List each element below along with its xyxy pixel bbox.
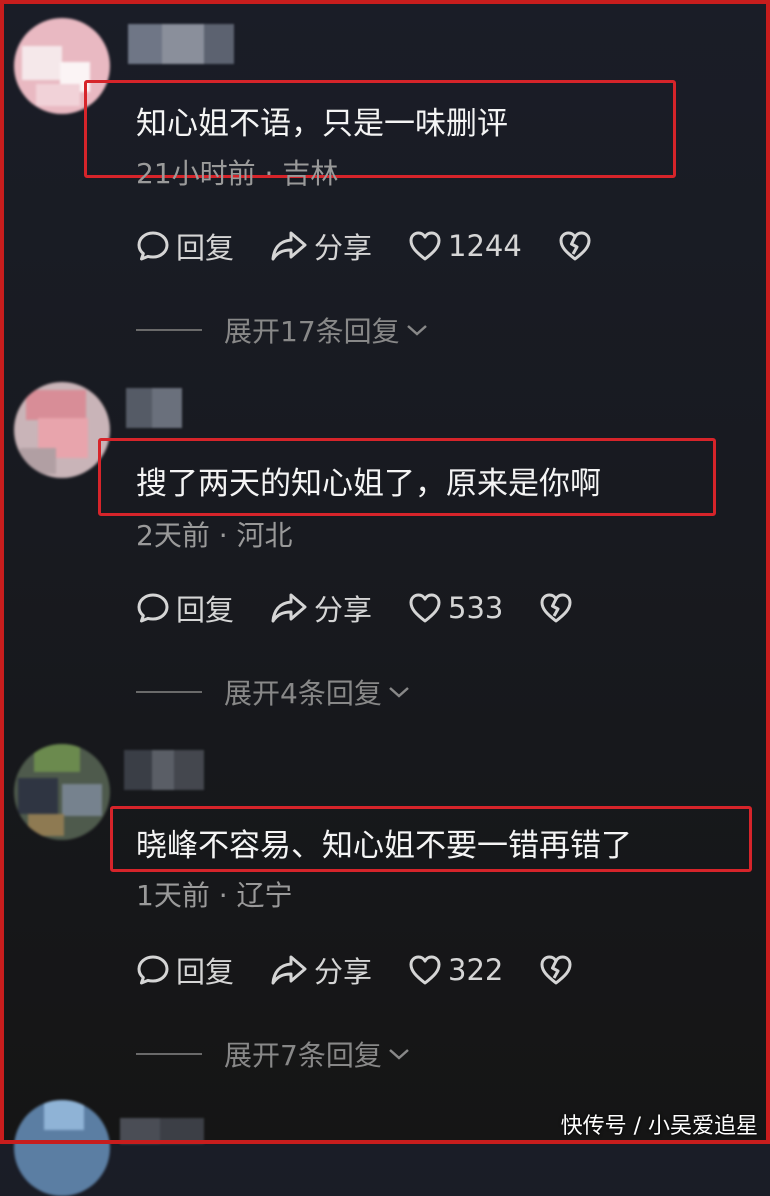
like-button[interactable]: 533 — [408, 591, 503, 625]
reply-button[interactable]: 回复 — [136, 587, 234, 629]
like-count: 322 — [448, 953, 504, 987]
share-button[interactable]: 分享 — [270, 587, 372, 629]
reply-label: 回复 — [176, 231, 235, 265]
share-button[interactable]: 分享 — [270, 225, 372, 267]
reply-label: 回复 — [176, 593, 235, 627]
expand-label: 展开17条回复 — [224, 315, 400, 348]
action-bar: 回复 分享 1244 — [136, 226, 634, 266]
avatar[interactable] — [14, 382, 110, 478]
comment-bubble-icon — [137, 955, 169, 985]
like-count: 1244 — [448, 229, 522, 263]
dislike-button[interactable] — [539, 592, 579, 624]
expand-replies-button[interactable]: 展开7条回复 — [136, 1034, 412, 1074]
share-label: 分享 — [314, 231, 373, 265]
share-arrow-icon — [271, 593, 307, 623]
like-button[interactable]: 322 — [408, 953, 503, 987]
expand-label: 展开4条回复 — [224, 677, 382, 710]
divider-line — [136, 329, 202, 331]
comment-item: 知心姐不语，只是一味删评 21小时前 · 吉林 回复 分享 1244 展开17条… — [0, 18, 770, 378]
like-button[interactable]: 1244 — [408, 229, 522, 263]
share-label: 分享 — [314, 955, 373, 989]
broken-heart-icon — [559, 231, 591, 261]
chevron-down-icon — [406, 325, 427, 336]
comment-item: 搜了两天的知心姐了，原来是你啊 2天前 · 河北 回复 分享 533 展开4条回… — [0, 382, 770, 742]
avatar[interactable] — [14, 744, 110, 840]
dislike-button[interactable] — [539, 954, 579, 986]
broken-heart-icon — [540, 955, 572, 985]
expand-replies-button[interactable]: 展开4条回复 — [136, 672, 412, 712]
comment-text: 晓峰不容易、知心姐不要一错再错了 — [136, 828, 632, 864]
reply-label: 回复 — [176, 955, 235, 989]
watermark: 快传号 / 小吴爱追星 — [560, 1114, 758, 1139]
heart-icon — [409, 231, 441, 261]
expand-replies-button[interactable]: 展开17条回复 — [136, 310, 430, 350]
comment-item: 晓峰不容易、知心姐不要一错再错了 1天前 · 辽宁 回复 分享 322 展开7条… — [0, 744, 770, 1104]
username-blurred — [120, 1118, 210, 1144]
heart-icon — [409, 955, 441, 985]
heart-icon — [409, 593, 441, 623]
divider-line — [136, 1053, 202, 1055]
action-bar: 回复 分享 533 — [136, 588, 615, 628]
expand-label: 展开7条回复 — [224, 1039, 382, 1072]
dislike-button[interactable] — [558, 230, 598, 262]
comment-text: 搜了两天的知心姐了，原来是你啊 — [136, 466, 601, 502]
chevron-down-icon — [388, 1049, 409, 1060]
comment-bubble-icon — [137, 231, 169, 261]
share-button[interactable]: 分享 — [270, 949, 372, 991]
share-arrow-icon — [271, 955, 307, 985]
share-arrow-icon — [271, 231, 307, 261]
share-label: 分享 — [314, 593, 373, 627]
comment-meta: 1天前 · 辽宁 — [136, 879, 293, 912]
comment-text: 知心姐不语，只是一味删评 — [136, 106, 508, 142]
like-count: 533 — [448, 591, 504, 625]
divider-line — [136, 691, 202, 693]
chevron-down-icon — [388, 687, 409, 698]
action-bar: 回复 分享 322 — [136, 950, 615, 990]
avatar[interactable] — [14, 1100, 110, 1196]
reply-button[interactable]: 回复 — [136, 225, 234, 267]
broken-heart-icon — [540, 593, 572, 623]
comment-meta: 2天前 · 河北 — [136, 519, 293, 552]
comment-bubble-icon — [137, 593, 169, 623]
comment-meta: 21小时前 · 吉林 — [136, 157, 339, 190]
reply-button[interactable]: 回复 — [136, 949, 234, 991]
